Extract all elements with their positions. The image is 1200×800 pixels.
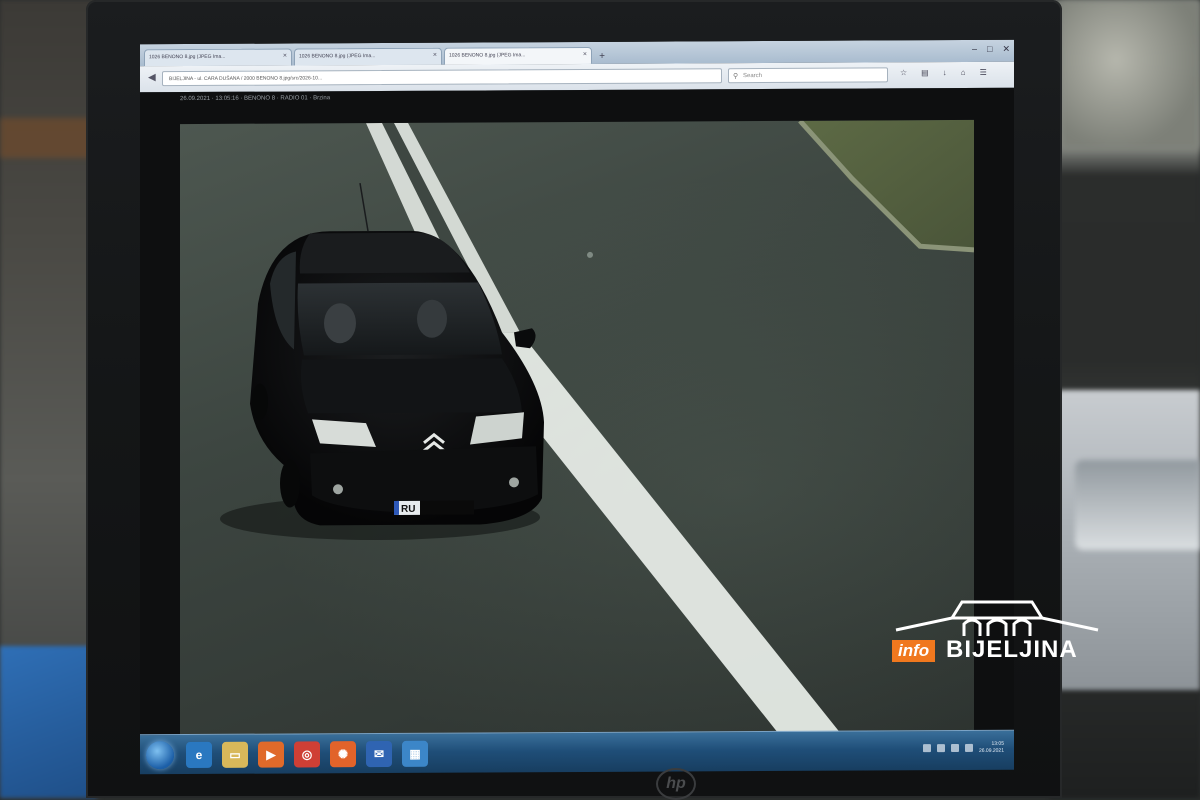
car-antenna	[359, 183, 369, 232]
windows-taskbar: e ▭ ▶ ◎ ✺ ✉ ▦ 13:05 26.09.2021	[140, 729, 1014, 775]
firefox-icon[interactable]: ✺	[330, 741, 356, 768]
building-logo-icon	[895, 600, 1099, 636]
tab-label: 1026 BENONO 8.jpg (JPEG Ima...	[449, 52, 526, 59]
browser-tab[interactable]: 1026 BENONO 8.jpg (JPEG Ima... ×	[144, 48, 292, 67]
url-bar[interactable]: BIJELJINA - ul. CARA DUŠANA / 2000 BENON…	[162, 68, 722, 87]
window-controls: – □ ✕	[972, 44, 1010, 55]
outlook-icon[interactable]: ✉	[366, 740, 392, 768]
watermark-badge: info	[892, 640, 936, 662]
close-icon[interactable]: ×	[583, 51, 587, 58]
hp-logo: hp	[656, 768, 696, 800]
background-shelf	[0, 118, 95, 158]
browser-tab-active[interactable]: 1026 BENONO 8.jpg (JPEG Ima... ×	[444, 46, 592, 65]
download-icon[interactable]: ↓	[943, 68, 947, 77]
traffic-camera-photo: RU	[180, 119, 974, 737]
grass-verge	[800, 119, 974, 250]
search-input[interactable]: ⚲ Search	[728, 67, 888, 84]
network-icon[interactable]	[950, 744, 959, 753]
clock-date: 26.09.2021	[978, 747, 1004, 754]
wheel-left-rear	[252, 383, 268, 420]
ie-icon[interactable]: e	[186, 741, 212, 769]
start-button[interactable]	[146, 741, 174, 770]
app-icon[interactable]: ▦	[402, 740, 428, 767]
road-scene: RU	[220, 119, 974, 733]
image-caption: 26.09.2021 · 13:05:16 · BENONO 8 · RADIO…	[180, 95, 331, 103]
license-plate-eu-strip	[394, 500, 399, 515]
folder-icon[interactable]: ▭	[222, 741, 248, 768]
star-icon[interactable]: ☆	[900, 68, 907, 77]
clock[interactable]: 13:05 26.09.2021	[979, 741, 1004, 755]
tray-icon[interactable]	[936, 744, 945, 753]
close-icon[interactable]: ×	[283, 53, 287, 60]
browser-tab[interactable]: 1026 BENONO 8.jpg (JPEG Ima... ×	[294, 47, 442, 66]
minimize-icon[interactable]: –	[972, 44, 977, 55]
fog-light-right	[509, 477, 519, 488]
car-hood	[300, 358, 522, 414]
close-window-icon[interactable]: ✕	[1002, 44, 1010, 55]
license-plate-text: RU	[401, 504, 415, 515]
browser-page: 26.09.2021 · 13:05:16 · BENONO 8 · RADIO…	[140, 87, 1014, 743]
back-arrow-icon[interactable]: ◀	[148, 72, 156, 83]
system-tray: 13:05 26.09.2021	[922, 741, 1004, 755]
tray-icon[interactable]	[922, 744, 931, 753]
background-window	[1060, 0, 1200, 150]
menu-icon[interactable]: ☰	[980, 68, 987, 77]
fog-light-left	[333, 484, 343, 495]
chrome-icon[interactable]: ◎	[294, 741, 320, 768]
bookmarks-icon[interactable]: ▤	[921, 68, 929, 77]
black-hatchback-car: RU	[220, 183, 544, 541]
search-icon: ⚲	[733, 73, 739, 81]
media-player-icon[interactable]: ▶	[258, 741, 284, 768]
info-bijeljina-watermark: info BIJELJINA	[892, 596, 1102, 666]
wheel-left-front	[280, 459, 300, 508]
driver-silhouette	[324, 303, 356, 344]
monitor-bezel: 1026 BENONO 8.jpg (JPEG Ima... × 1026 BE…	[86, 0, 1062, 800]
toolbar-icons: ☆ ▤ ↓ ⌂ ☰	[900, 68, 987, 77]
close-icon[interactable]: ×	[433, 52, 437, 59]
background-blue-object	[0, 646, 96, 798]
home-icon[interactable]: ⌂	[961, 68, 966, 77]
passenger-silhouette	[417, 299, 447, 338]
road-spot	[587, 251, 593, 258]
watermark-name: BIJELJINA	[946, 636, 1078, 663]
tab-label: 1026 BENONO 8.jpg (JPEG Ima...	[299, 53, 376, 60]
tab-label: 1026 BENONO 8.jpg (JPEG Ima...	[149, 53, 226, 61]
search-placeholder: Search	[743, 73, 763, 80]
background-tray-inner	[1075, 460, 1200, 550]
new-tab-button[interactable]: +	[594, 49, 610, 64]
monitor-screen: 1026 BENONO 8.jpg (JPEG Ima... × 1026 BE…	[140, 39, 1014, 775]
volume-icon[interactable]	[964, 743, 973, 752]
maximize-icon[interactable]: □	[987, 44, 992, 55]
